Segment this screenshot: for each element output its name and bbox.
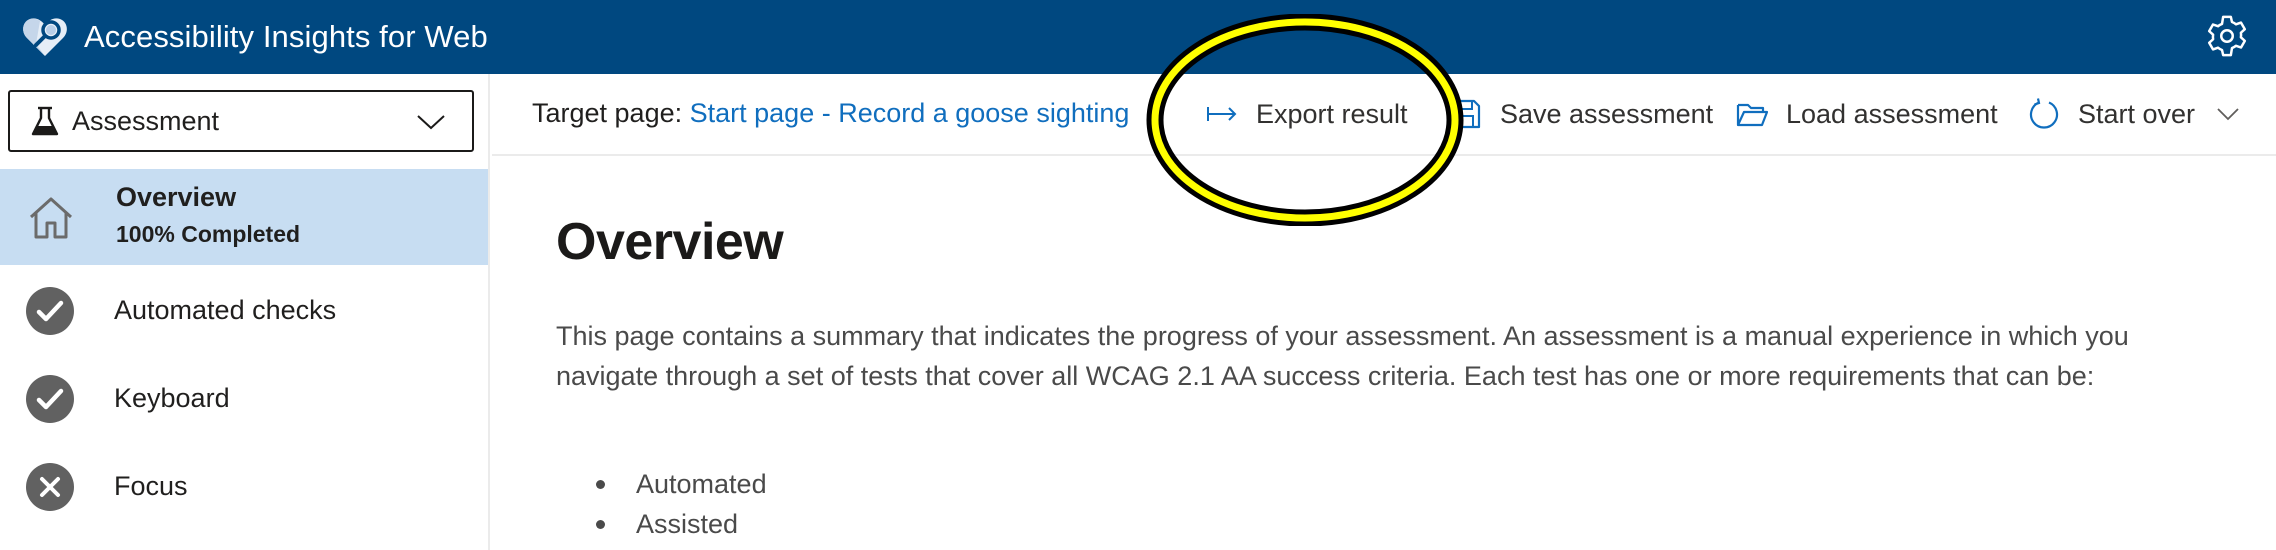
left-nav: Assessment Overview 100% Completed Autom… (0, 74, 490, 550)
nav-item-label: Focus (114, 471, 188, 501)
save-assessment-button[interactable]: Save assessment (1450, 94, 1713, 134)
export-result-button[interactable]: Export result (1206, 94, 1408, 134)
page-title: Overview (556, 213, 784, 271)
chevron-down-icon (417, 115, 445, 130)
check-circle-icon (26, 287, 74, 335)
nav-item-overview-label: Overview (116, 182, 237, 212)
app-header: Accessibility Insights for Web (0, 0, 2276, 74)
mode-dropdown-value: Assessment (72, 106, 220, 136)
target-page-link[interactable]: Start page - Record a goose sighting (690, 98, 1130, 128)
load-assessment-button[interactable]: Load assessment (1736, 94, 1998, 134)
gear-icon[interactable] (2204, 13, 2250, 59)
main-content: Overview This page contains a summary th… (492, 158, 2276, 550)
list-item: Automated (556, 464, 767, 504)
refresh-icon (2029, 98, 2059, 129)
x-circle-icon (26, 463, 74, 511)
export-arrow-icon (1207, 107, 1237, 121)
start-over-button[interactable]: Start over (2028, 94, 2241, 134)
overview-progress-status: 100% Completed (116, 221, 301, 247)
target-page-label: Target page: (532, 98, 683, 128)
save-icon (1452, 99, 1481, 129)
nav-item-label: Keyboard (114, 383, 230, 413)
nav-item-keyboard[interactable]: Keyboard (0, 355, 488, 443)
app-title: Accessibility Insights for Web (84, 19, 488, 54)
target-page: Target page: Start page - Record a goose… (532, 96, 1129, 130)
nav-item-automated-checks[interactable]: Automated checks (0, 267, 488, 355)
folder-open-icon (1736, 103, 1768, 127)
load-assessment-label: Load assessment (1786, 99, 1998, 129)
list-item: Assisted (556, 504, 767, 544)
export-result-label: Export result (1256, 99, 1408, 129)
home-icon (29, 197, 73, 239)
nav-item-label: Automated checks (114, 295, 337, 325)
nav-item-focus[interactable]: Focus (0, 443, 488, 531)
mode-dropdown[interactable]: Assessment (8, 90, 474, 152)
accessibility-insights-logo-icon (23, 18, 67, 56)
save-assessment-label: Save assessment (1500, 99, 1714, 129)
check-circle-icon (26, 375, 74, 423)
nav-item-overview[interactable]: Overview 100% Completed (0, 169, 488, 265)
chevron-down-icon (2217, 108, 2239, 121)
overview-description: This page contains a summary that indica… (556, 321, 2129, 391)
requirement-types-list: Automated Assisted (556, 464, 767, 544)
command-bar: Target page: Start page - Record a goose… (492, 74, 2276, 156)
start-over-label: Start over (2078, 99, 2196, 129)
flask-icon (31, 106, 59, 136)
